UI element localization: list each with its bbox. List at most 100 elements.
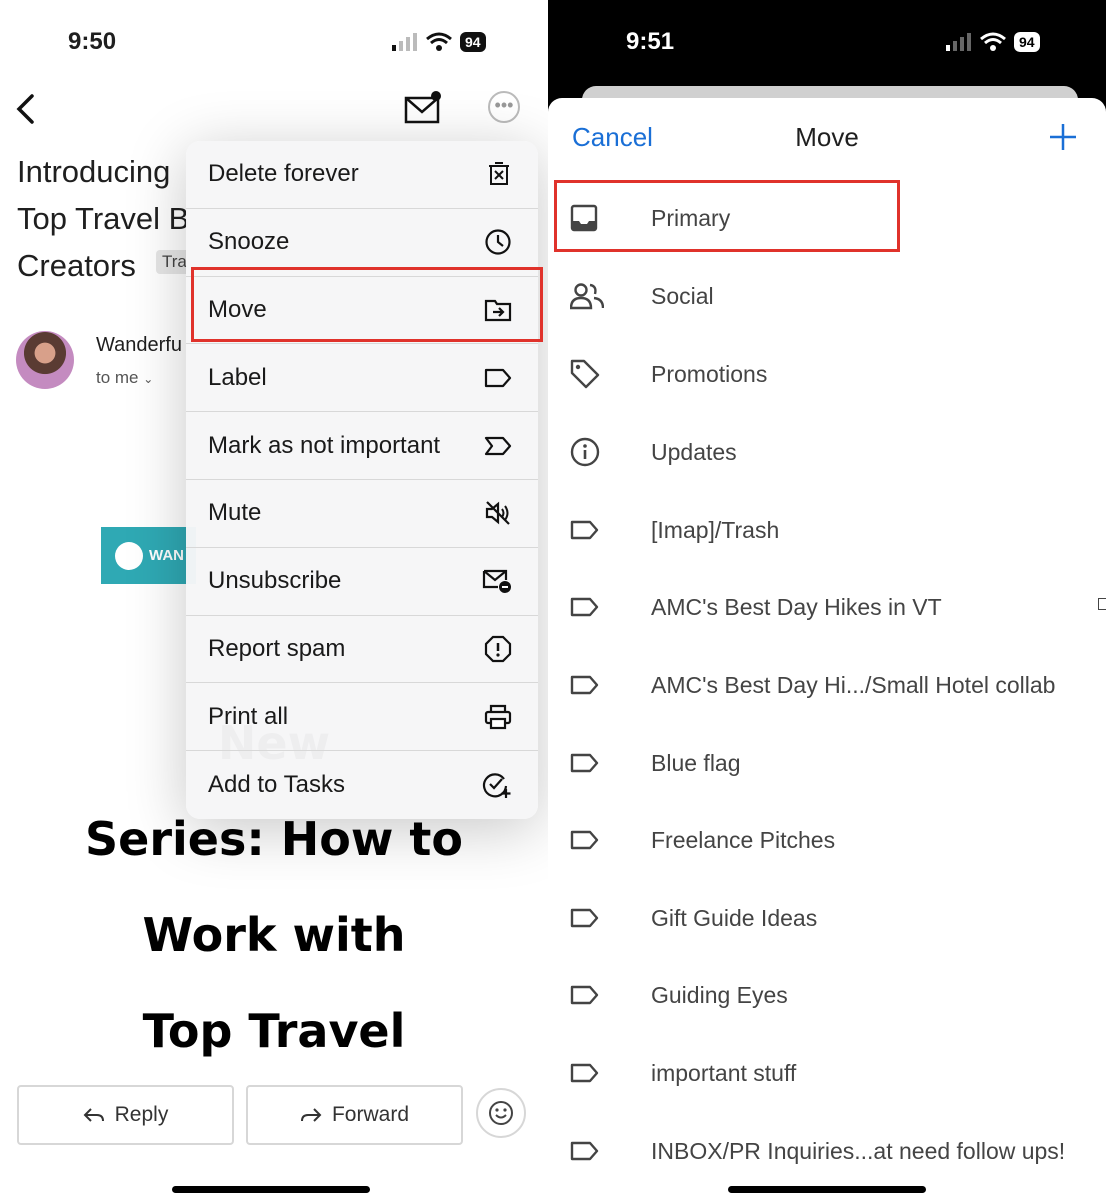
label-icon	[570, 830, 599, 850]
battery-indicator: 94	[1014, 32, 1040, 52]
smiley-icon	[489, 1101, 513, 1125]
logo-text: WAN	[149, 547, 184, 564]
body-heading-line-3: Work with	[142, 908, 406, 962]
menu-item-print-all[interactable]: Print all	[186, 683, 538, 752]
primary-highlight-box	[554, 180, 900, 252]
move-item-amc-small-hotel[interactable]: AMC's Best Day Hi.../Small Hotel collab	[548, 646, 1106, 724]
move-highlight-box	[191, 267, 543, 342]
mute-icon	[485, 501, 510, 526]
move-item-label: Promotions	[651, 360, 768, 387]
mark-unread-icon[interactable]	[404, 90, 444, 124]
move-item-imap-trash[interactable]: [Imap]/Trash	[548, 491, 1106, 569]
forward-icon	[300, 1108, 322, 1122]
wifi-icon	[980, 32, 1006, 51]
signal-icon	[392, 33, 417, 51]
plus-icon[interactable]	[1048, 122, 1078, 152]
forward-button[interactable]: Forward	[246, 1085, 463, 1145]
move-item-label: [Imap]/Trash	[651, 516, 780, 543]
move-item-label: INBOX/PR Inquiries...at need follow ups!	[651, 1137, 1066, 1164]
move-item-promotions[interactable]: Promotions	[548, 335, 1106, 413]
chevron-down-icon: ⌄	[143, 372, 154, 386]
move-item-label: Freelance Pitches	[651, 826, 836, 853]
label-icon	[570, 520, 599, 540]
menu-item-label: Snooze	[208, 228, 290, 256]
more-options-icon[interactable]: •••	[488, 91, 520, 123]
menu-item-report-spam[interactable]: Report spam	[186, 616, 538, 684]
move-item-label: Guiding Eyes	[651, 981, 788, 1008]
overflow-menu: Delete forever Snooze Move Label Mark as…	[186, 141, 538, 819]
move-item-freelance-pitches[interactable]: Freelance Pitches	[548, 801, 1106, 879]
recipient-text: to me	[96, 368, 139, 387]
label-icon	[570, 597, 599, 617]
move-screen: 9:51 94 Cancel Move Primary Social Promo…	[548, 0, 1106, 1200]
reply-button[interactable]: Reply	[17, 1085, 234, 1145]
label-icon	[570, 753, 599, 773]
emoji-reaction-button[interactable]	[476, 1088, 526, 1138]
tag-icon	[570, 359, 600, 389]
label-icon	[484, 368, 512, 387]
recipient-details[interactable]: to me ⌄	[96, 368, 153, 388]
reply-label: Reply	[114, 1103, 169, 1126]
move-item-important-stuff[interactable]: important stuff	[548, 1034, 1106, 1112]
signal-icon	[946, 33, 971, 51]
move-item-social[interactable]: Social	[548, 257, 1106, 335]
status-icons: 94	[392, 32, 486, 52]
home-indicator	[172, 1186, 370, 1193]
body-heading-line-4: Top Travel	[142, 1004, 406, 1058]
menu-item-label: Mute	[208, 499, 262, 527]
menu-item-label[interactable]: Label	[186, 344, 538, 413]
move-item-label: Social	[651, 282, 714, 309]
menu-item-label: Add to Tasks	[208, 771, 345, 799]
clock-icon	[485, 229, 511, 255]
label-icon	[570, 1063, 599, 1083]
edge-bracket-mark	[1098, 598, 1106, 610]
move-item-label: important stuff	[651, 1059, 797, 1086]
move-item-label: AMC's Best Day Hikes in VT	[651, 593, 942, 620]
menu-item-mark-not-important[interactable]: Mark as not important	[186, 412, 538, 480]
body-heading-line-2: Series: How to	[85, 812, 463, 866]
forward-label: Forward	[331, 1103, 410, 1126]
menu-item-delete-forever[interactable]: Delete forever	[186, 141, 538, 209]
sheet-title: Move	[795, 122, 859, 152]
menu-item-add-to-tasks[interactable]: Add to Tasks	[186, 751, 538, 819]
menu-item-label: Mark as not important	[208, 431, 441, 459]
menu-item-label: Report spam	[208, 634, 346, 662]
menu-item-label: Print all	[208, 702, 289, 730]
info-icon	[570, 437, 600, 467]
delete-forever-icon	[489, 162, 509, 186]
move-item-pr-inquiries[interactable]: INBOX/PR Inquiries...at need follow ups!	[548, 1112, 1106, 1190]
status-time: 9:51	[626, 28, 675, 55]
sender-name[interactable]: Wanderfu	[96, 334, 182, 357]
people-icon	[570, 283, 604, 310]
move-item-label: Updates	[651, 438, 737, 465]
battery-indicator: 94	[460, 32, 486, 52]
add-task-icon	[482, 773, 511, 799]
move-item-blue-flag[interactable]: Blue flag	[548, 724, 1106, 802]
menu-item-label: Delete forever	[208, 160, 359, 188]
report-spam-icon	[484, 635, 512, 663]
menu-item-mute[interactable]: Mute	[186, 480, 538, 548]
move-item-label: AMC's Best Day Hi.../Small Hotel collab	[651, 671, 1056, 698]
label-icon	[570, 985, 599, 1005]
status-icons: 94	[946, 32, 1040, 52]
email-screen: 9:50 94 ••• Introducing Top Travel B Cre…	[0, 0, 548, 1200]
print-icon	[484, 704, 512, 729]
wifi-icon	[426, 32, 452, 51]
not-important-icon	[484, 436, 512, 455]
sender-avatar[interactable]	[16, 331, 74, 389]
menu-item-label: Unsubscribe	[208, 567, 342, 595]
move-item-guiding-eyes[interactable]: Guiding Eyes	[548, 956, 1106, 1034]
move-item-gift-guide[interactable]: Gift Guide Ideas	[548, 879, 1106, 957]
home-indicator	[728, 1186, 926, 1193]
unsubscribe-icon	[482, 570, 511, 594]
reply-icon	[83, 1108, 104, 1122]
menu-item-unsubscribe[interactable]: Unsubscribe	[186, 548, 538, 616]
label-icon	[570, 908, 599, 928]
newsletter-logo: WAN	[101, 527, 196, 584]
logo-mark-icon	[115, 541, 143, 570]
move-item-amc-hikes[interactable]: AMC's Best Day Hikes in VT	[548, 568, 1106, 646]
back-arrow-icon[interactable]	[14, 92, 38, 126]
move-item-label: Blue flag	[651, 749, 741, 776]
move-item-updates[interactable]: Updates	[548, 413, 1106, 491]
move-item-label: Gift Guide Ideas	[651, 904, 818, 931]
